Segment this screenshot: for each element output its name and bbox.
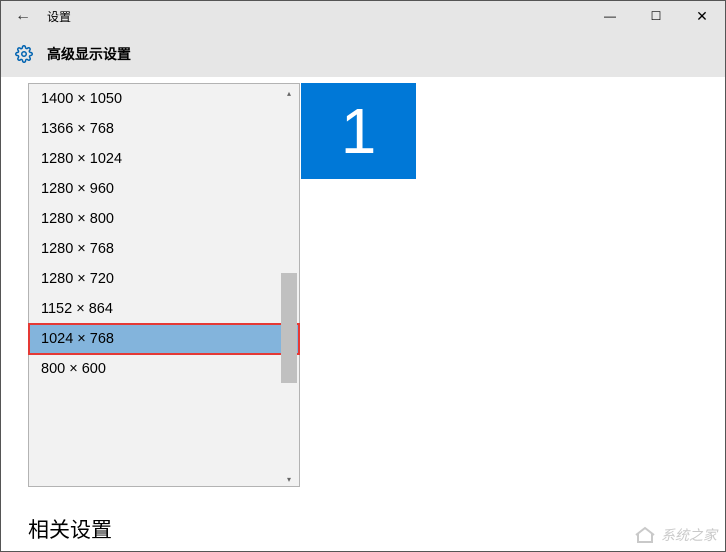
window-title: 设置 — [47, 8, 71, 25]
related-settings-heading: 相关设置 — [28, 514, 112, 544]
resolution-option[interactable]: 1024 × 768 — [29, 324, 299, 354]
maximize-button[interactable]: ☐ — [633, 1, 679, 31]
scroll-down-icon[interactable]: ▾ — [281, 472, 297, 486]
gear-icon — [15, 45, 33, 63]
titlebar: ← 设置 — ☐ ✕ — [1, 1, 725, 31]
resolution-option[interactable]: 1280 × 1024 — [29, 144, 299, 174]
dropdown-scrollbar[interactable]: ▴ ▾ — [282, 85, 298, 487]
watermark: 系统之家 — [633, 525, 717, 545]
resolution-option[interactable]: 1152 × 864 — [29, 294, 299, 324]
watermark-text: 系统之家 — [661, 525, 717, 545]
house-icon — [633, 526, 657, 544]
content-area: 1 1400 × 10501366 × 7681280 × 10241280 ×… — [1, 77, 725, 551]
settings-window: ← 设置 — ☐ ✕ 高级显示设置 1 1400 × 10501366 × 76… — [0, 0, 726, 552]
page-header: 高级显示设置 — [1, 31, 725, 77]
resolution-option[interactable]: 1280 × 800 — [29, 204, 299, 234]
resolution-option[interactable]: 1280 × 768 — [29, 234, 299, 264]
resolution-option[interactable]: 1280 × 720 — [29, 264, 299, 294]
monitor-preview[interactable]: 1 — [301, 83, 416, 179]
page-title: 高级显示设置 — [47, 44, 131, 64]
scrollbar-thumb[interactable] — [281, 273, 297, 383]
minimize-button[interactable]: — — [587, 1, 633, 31]
scroll-up-icon[interactable]: ▴ — [281, 86, 297, 100]
resolution-options: 1400 × 10501366 × 7681280 × 10241280 × 9… — [29, 84, 299, 486]
resolution-option[interactable]: 1366 × 768 — [29, 114, 299, 144]
resolution-option[interactable]: 1400 × 1050 — [29, 84, 299, 114]
window-controls: — ☐ ✕ — [587, 1, 725, 31]
resolution-option[interactable]: 800 × 600 — [29, 354, 299, 384]
monitor-number: 1 — [341, 94, 377, 168]
close-button[interactable]: ✕ — [679, 1, 725, 31]
back-button[interactable]: ← — [1, 1, 45, 31]
resolution-dropdown-list[interactable]: 1400 × 10501366 × 7681280 × 10241280 × 9… — [28, 83, 300, 487]
resolution-option[interactable]: 1280 × 960 — [29, 174, 299, 204]
